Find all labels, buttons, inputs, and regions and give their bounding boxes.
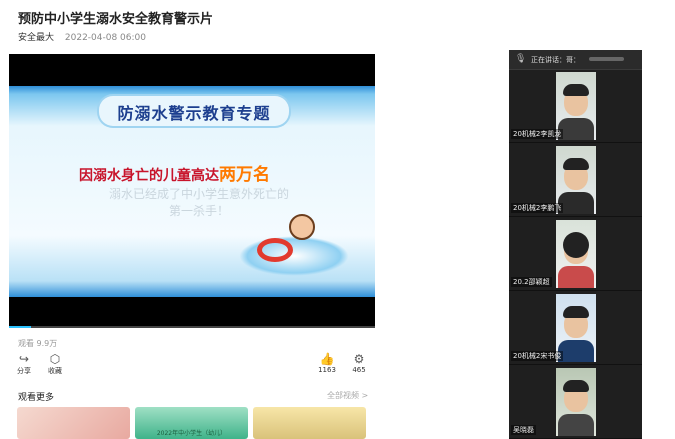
child-illustration: [289, 214, 315, 240]
participant-tile[interactable]: 吴晓磊: [509, 366, 642, 439]
all-videos-link[interactable]: 全部视频 >: [327, 390, 368, 401]
thumbs-up-icon: 👍: [319, 352, 335, 366]
view-count: 观看 9.9万: [18, 339, 58, 348]
participant-tile[interactable]: 20机械2宋书俊: [509, 292, 642, 365]
participant-video: [556, 220, 596, 288]
author-name[interactable]: 安全最大: [18, 33, 54, 43]
speaking-indicator: 🎙 正在讲话：哥：: [509, 50, 642, 70]
swim-ring-illustration: [257, 238, 293, 262]
video-thumbnail[interactable]: [17, 407, 130, 439]
participant-name: 20.2邵颖超: [511, 277, 552, 287]
video-frame: 防溺水警示教育专题 因溺水身亡的儿童高达两万名 溺水已经成了中小学生意外死亡的 …: [9, 86, 375, 297]
participant-name: 20机械2李鹏飞: [511, 203, 564, 213]
participant-video: [556, 368, 596, 436]
video-progress-fill: [9, 326, 31, 328]
watch-more-heading: 观看更多: [18, 393, 55, 403]
cube-icon: ⬡: [49, 352, 61, 366]
video-thumbnail[interactable]: [253, 407, 366, 439]
video-call-panel: 🎙 正在讲话：哥： 20机械2李凯龙 20机械2李鹏飞 20.2邵颖超 20机械…: [509, 50, 642, 439]
share-icon: ↪: [18, 352, 30, 366]
gear-icon: ⚙: [353, 352, 365, 366]
video-player[interactable]: 防溺水警示教育专题 因溺水身亡的儿童高达两万名 溺水已经成了中小学生意外死亡的 …: [9, 54, 375, 328]
video-progress-bar[interactable]: [9, 326, 375, 328]
speaking-label: 正在讲话：哥：: [531, 56, 580, 64]
participant-name: 20机械2宋书俊: [511, 351, 564, 361]
share-button[interactable]: ↪ 分享: [9, 352, 39, 376]
article-meta: 安全最大 2022-04-08 06:00: [18, 30, 146, 43]
faded-line-2: 第一杀手！: [168, 204, 229, 218]
faded-line-1: 溺水已经成了中小学生意外死亡的: [108, 187, 289, 201]
share-label: 分享: [17, 367, 31, 375]
slide-faded-text: 溺水已经成了中小学生意外死亡的 第一杀手！: [79, 186, 319, 220]
participant-name: 20机械2李凯龙: [511, 129, 564, 139]
speaker-name-blurred: [589, 57, 624, 61]
like-button[interactable]: 👍 1163: [312, 352, 342, 374]
video-thumbnail[interactable]: 2022年中小学生（幼儿）: [135, 407, 248, 439]
like-count: 1163: [318, 366, 336, 374]
collect-button[interactable]: ⬡ 收藏: [40, 352, 70, 376]
slide-headline: 因溺水身亡的儿童高达两万名: [79, 160, 270, 185]
settings-button[interactable]: ⚙ 465: [344, 352, 374, 374]
settings-count: 465: [352, 366, 366, 374]
article-title: 预防中小学生溺水安全教育警示片: [18, 12, 214, 27]
participant-name: 吴晓磊: [511, 425, 536, 435]
collect-label: 收藏: [48, 367, 62, 375]
publish-date: 2022-04-08 06:00: [64, 33, 146, 43]
headline-prefix: 因溺水身亡的儿童高达: [79, 168, 219, 184]
water-splash-illustration: [239, 236, 349, 276]
microphone-icon: 🎙: [515, 54, 527, 64]
slide-title: 防溺水警示教育专题: [117, 104, 271, 123]
participant-tile[interactable]: 20.2邵颖超: [509, 218, 642, 291]
participant-tile[interactable]: 20机械2李凯龙: [509, 70, 642, 143]
headline-highlight: 两万名: [219, 165, 270, 185]
slide-banner: 防溺水警示教育专题: [99, 96, 289, 126]
thumbnail-caption: 2022年中小学生（幼儿）: [156, 430, 227, 437]
participant-tile[interactable]: 20机械2李鹏飞: [509, 144, 642, 217]
